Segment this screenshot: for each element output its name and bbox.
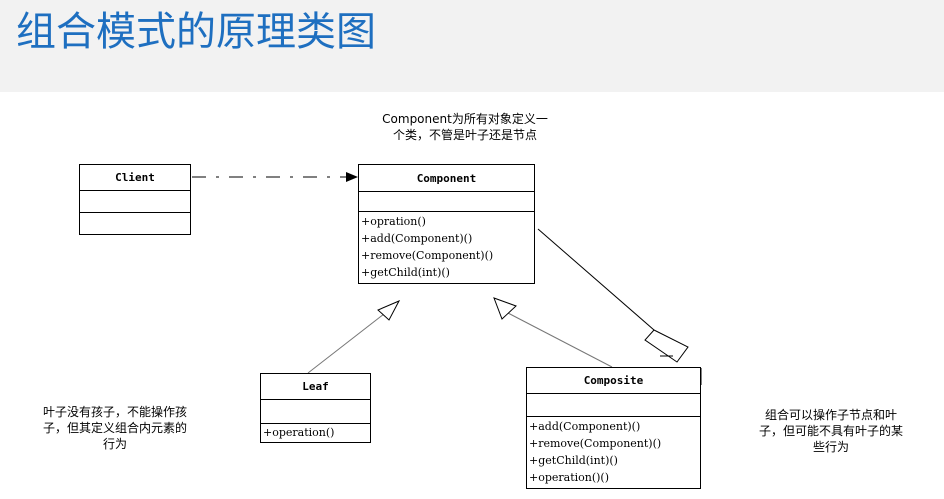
composite-note-line: 子，但可能不具有叶子的某 <box>758 424 903 438</box>
leaf-generalization-line <box>307 313 385 374</box>
component-class: Component +opration() +add(Component)() … <box>358 164 535 284</box>
component-class-name: Component <box>359 165 534 192</box>
client-class-operations <box>80 213 190 234</box>
component-class-attributes <box>359 192 534 212</box>
leaf-note: 叶子没有孩子，不能操作孩 子，但其定义组合内元素的 行为 <box>10 404 220 452</box>
leaf-op: +operation() <box>263 426 335 439</box>
component-note-line: 个类，不管是叶子还是节点 <box>392 128 537 142</box>
component-class-operations: +opration() +add(Component)() +remove(Co… <box>359 212 534 281</box>
aggregation-line <box>537 228 655 331</box>
composite-op: +operation()() <box>529 471 610 484</box>
leaf-class: Leaf +operation() <box>260 373 371 443</box>
client-class-name: Client <box>80 165 190 191</box>
leaf-class-name: Leaf <box>261 374 370 400</box>
component-op: +remove(Component)() <box>361 249 494 262</box>
composite-op: +getChild(int)() <box>529 454 618 467</box>
leaf-generalization-arrowhead <box>377 299 401 321</box>
composite-class: Composite +add(Component)() +remove(Comp… <box>526 367 701 489</box>
composite-note: 组合可以操作子节点和叶 子，但可能不具有叶子的某 些行为 <box>726 407 936 455</box>
composite-op: +add(Component)() <box>529 420 641 433</box>
composite-class-operations: +add(Component)() +remove(Component)() +… <box>527 417 700 486</box>
leaf-class-attributes <box>261 400 370 424</box>
dependency-arrowhead <box>346 172 358 182</box>
composite-class-attributes <box>527 394 700 417</box>
composite-generalization-line <box>507 312 613 368</box>
client-class-attributes <box>80 191 190 213</box>
composite-class-name: Composite <box>527 368 700 394</box>
composite-op: +remove(Component)() <box>529 437 662 450</box>
client-class: Client <box>79 164 191 235</box>
component-note-line: Component为所有对象定义一 <box>382 112 548 126</box>
component-op: +opration() <box>361 215 426 228</box>
leaf-note-line: 行为 <box>102 437 127 451</box>
component-note: Component为所有对象定义一 个类，不管是叶子还是节点 <box>370 111 560 143</box>
component-op: +add(Component)() <box>361 232 473 245</box>
composite-note-line: 组合可以操作子节点和叶 <box>764 408 897 422</box>
leaf-note-line: 叶子没有孩子，不能操作孩 <box>42 405 187 419</box>
composite-note-line: 些行为 <box>812 440 849 454</box>
leaf-class-operations: +operation() <box>261 424 370 441</box>
leaf-note-line: 子，但其定义组合内元素的 <box>42 421 187 435</box>
component-op: +getChild(int)() <box>361 266 450 279</box>
aggregation-diamond <box>644 329 689 363</box>
